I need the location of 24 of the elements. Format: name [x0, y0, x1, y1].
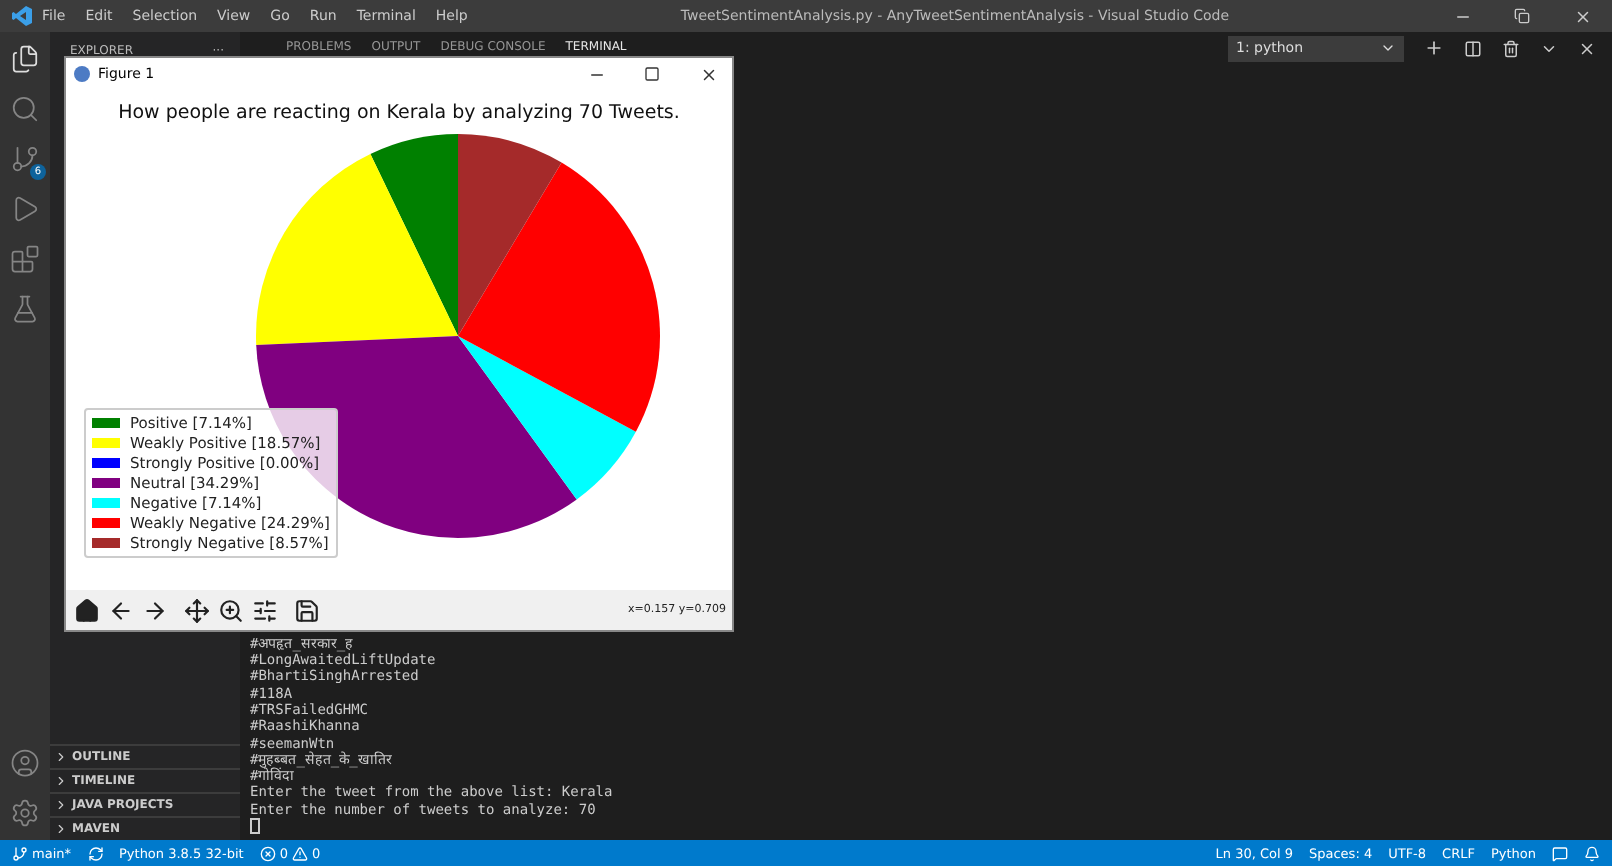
feedback-icon[interactable]	[1552, 845, 1568, 861]
save-button[interactable]	[292, 595, 322, 625]
settings-icon[interactable]	[10, 798, 40, 828]
plus-icon[interactable]	[1424, 38, 1444, 58]
close-icon[interactable]	[1578, 39, 1596, 57]
chevron-icon	[1380, 40, 1396, 56]
split-icon[interactable]	[1464, 39, 1482, 57]
app-logo-icon	[12, 6, 32, 26]
warning-icon	[291, 845, 308, 861]
figure-app-icon	[74, 66, 90, 82]
chart-title: How people are reacting on Kerala by analyzing 70 Tweets.	[118, 102, 680, 124]
bell-icon[interactable]	[1584, 845, 1600, 861]
files-icon[interactable]	[10, 44, 40, 74]
run-icon[interactable]	[10, 194, 40, 224]
terminal-cursor	[250, 818, 260, 834]
error-icon	[259, 845, 276, 861]
extensions-icon[interactable]	[10, 244, 40, 274]
search-icon[interactable]	[10, 94, 40, 124]
account-icon[interactable]	[10, 748, 40, 778]
trash-icon[interactable]	[1502, 39, 1520, 57]
sync-icon[interactable]	[87, 845, 103, 861]
branch-icon	[12, 845, 28, 861]
flask-icon[interactable]	[10, 294, 40, 324]
home-button[interactable]	[72, 595, 102, 625]
